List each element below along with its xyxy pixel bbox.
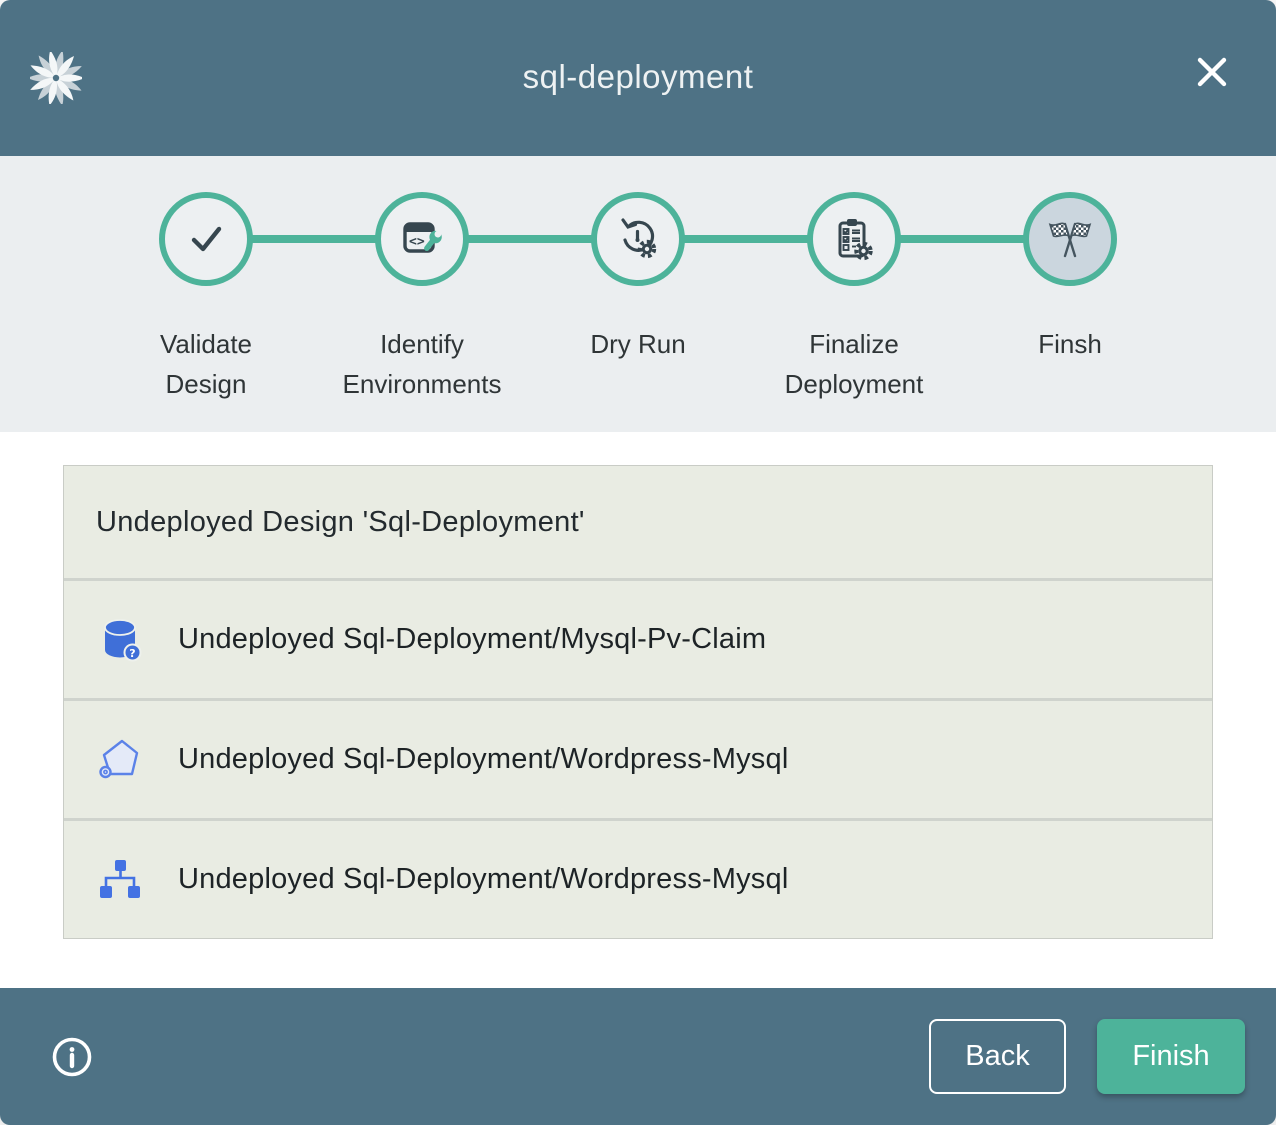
dialog-header: sql-deployment [0, 0, 1276, 156]
dialog-title: sql-deployment [0, 58, 1276, 96]
workload-hierarchy-icon [96, 856, 144, 904]
panel-header-text: Undeployed Design 'Sql-Deployment' [96, 506, 585, 539]
svg-text:?: ? [129, 647, 135, 660]
step-label: Dry Run [590, 324, 685, 364]
result-row-text: Undeployed Sql-Deployment/Wordpress-Mysq… [178, 863, 788, 896]
result-row: Undeployed Sql-Deployment/Wordpress-Mysq… [64, 818, 1212, 938]
step-label: Finalize Deployment [785, 324, 924, 404]
dry-run-history-gear-icon [591, 192, 685, 286]
code-window-wrench-icon: <> [375, 192, 469, 286]
step-label: Finsh [1038, 324, 1102, 364]
step-label: Validate Design [160, 324, 252, 404]
check-icon [159, 192, 253, 286]
step-finish[interactable]: Finsh [962, 192, 1178, 404]
close-icon[interactable] [1188, 48, 1236, 96]
result-row-text: Undeployed Sql-Deployment/Mysql-Pv-Claim [178, 623, 766, 656]
step-label: Identify Environments [343, 324, 502, 404]
database-question-icon: ? [96, 616, 144, 664]
panel-header: Undeployed Design 'Sql-Deployment' [64, 466, 1212, 578]
finish-button[interactable]: Finish [1097, 1019, 1245, 1094]
stepper: Validate Design <> [0, 156, 1276, 432]
checkered-flags-icon [1023, 192, 1117, 286]
back-button[interactable]: Back [929, 1019, 1066, 1094]
service-pentagon-icon [96, 736, 144, 784]
result-row: ? Undeployed Sql-Deployment/Mysql-Pv-Cla… [64, 578, 1212, 698]
deployment-wizard-dialog: sql-deployment Validate Design [0, 0, 1276, 1125]
info-icon[interactable] [50, 1035, 94, 1079]
result-row: Undeployed Sql-Deployment/Wordpress-Mysq… [64, 698, 1212, 818]
deployment-results-panel: Undeployed Design 'Sql-Deployment' ? Und… [63, 465, 1213, 939]
clipboard-gear-icon [807, 192, 901, 286]
step-dry-run[interactable]: Dry Run [530, 192, 746, 404]
step-identify-environments[interactable]: <> Identify Environments [314, 192, 530, 404]
dialog-content: Undeployed Design 'Sql-Deployment' ? Und… [0, 432, 1276, 988]
svg-text:<>: <> [409, 235, 425, 250]
result-row-text: Undeployed Sql-Deployment/Wordpress-Mysq… [178, 743, 788, 776]
step-validate-design[interactable]: Validate Design [98, 192, 314, 404]
dialog-footer: Back Finish [0, 988, 1276, 1125]
step-finalize-deployment[interactable]: Finalize Deployment [746, 192, 962, 404]
